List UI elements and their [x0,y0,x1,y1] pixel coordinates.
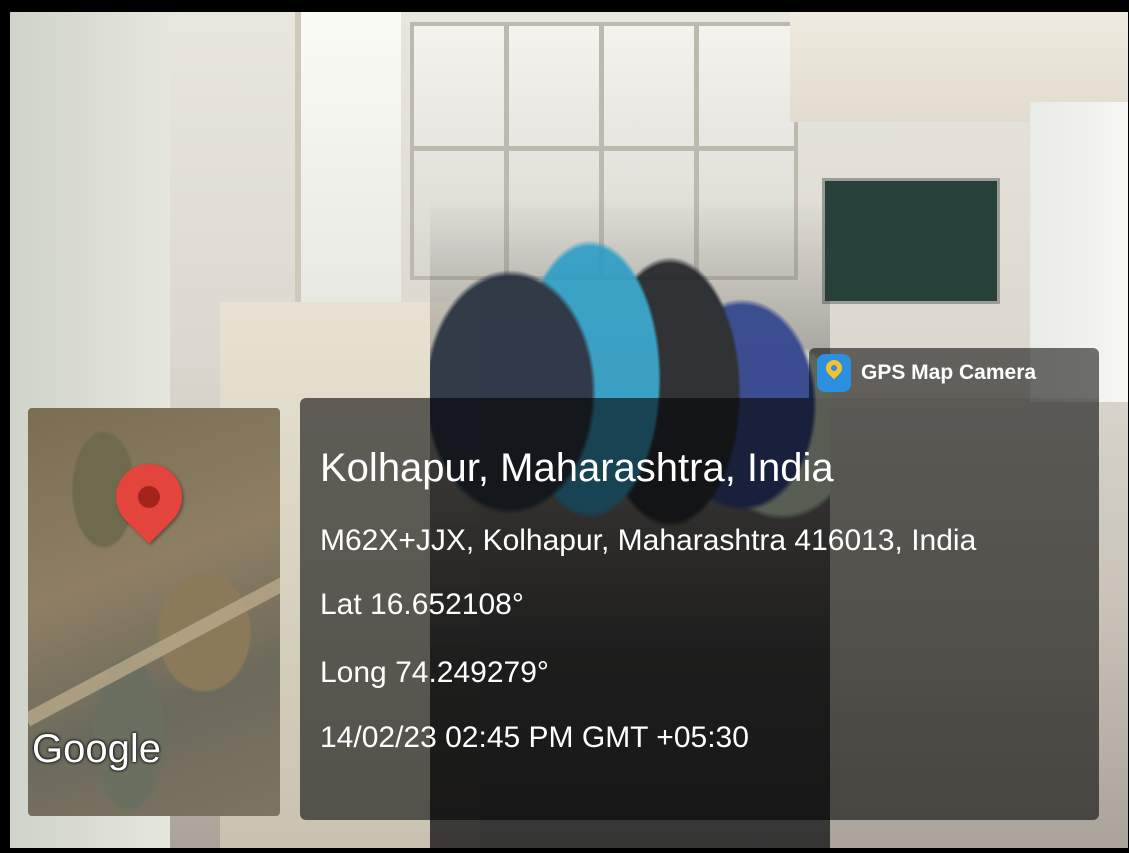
timestamp: 14/02/23 02:45 PM GMT +05:30 [320,721,749,754]
location-info-panel: Kolhapur, Maharashtra, India M62X+JJX, K… [300,398,1099,820]
latitude: Lat 16.652108° [320,588,524,621]
app-name: GPS Map Camera [861,361,1037,384]
window [295,12,401,332]
app-badge: GPS Map Camera [809,348,1099,398]
longitude: Long 74.249279° [320,656,549,689]
map-thumbnail: Google [28,408,280,816]
chalkboard [822,178,1000,304]
gps-map-camera-icon [817,354,851,392]
place-name: Kolhapur, Maharashtra, India [320,446,834,490]
address: M62X+JJX, Kolhapur, Maharashtra 416013, … [320,524,977,557]
map-road [28,563,280,727]
location-pin-icon [102,450,196,544]
google-attribution: Google [32,727,161,771]
photo-frame: Google GPS Map Camera Kolhapur, Maharash… [0,0,1129,853]
